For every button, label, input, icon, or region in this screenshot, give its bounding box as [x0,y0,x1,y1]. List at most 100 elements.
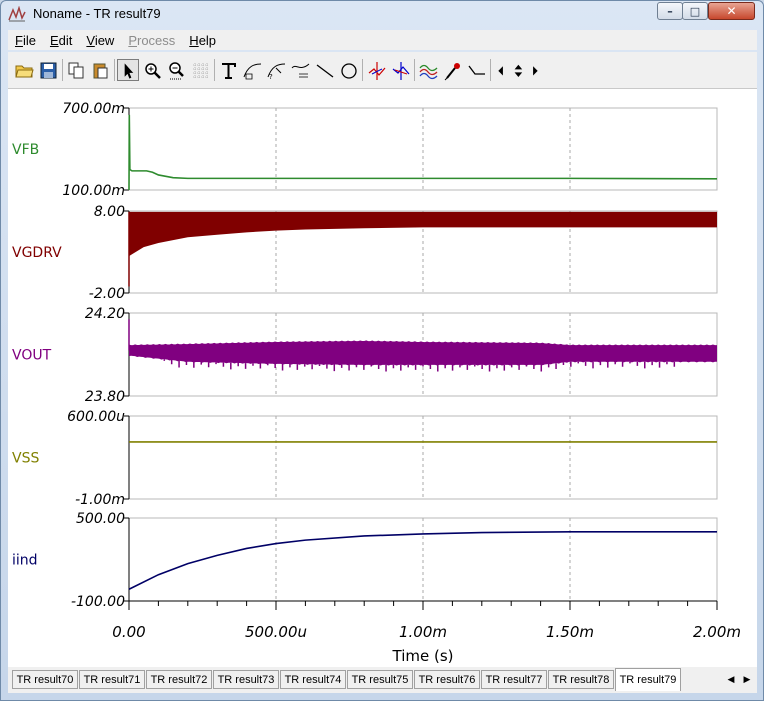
menu-edit[interactable]: Edit [43,33,79,48]
save-icon [40,62,56,78]
y-min-label-vfb: 100.00m [62,183,125,199]
series-name-vfb: VFB [12,142,39,158]
line-tool-icon [316,63,333,78]
probe-icon [444,62,460,80]
zoom-100-icon [168,61,184,79]
close-icon: ✕ [726,4,737,18]
text-tool-icon [221,62,236,79]
tab-scroll-left-button[interactable]: ◀ [724,673,738,687]
arrow-right-icon [533,65,538,75]
cursor-a-icon [368,61,385,80]
arrow-right-button[interactable] [527,59,543,81]
y-max-label-vout: 24.20 [85,306,125,322]
curve-label-3-icon [291,63,309,77]
svg-text:?: ? [269,73,273,81]
tab-tr-result79[interactable]: TR result79 [615,668,681,691]
title-bar[interactable]: Noname - TR result79 – □ ✕ [1,1,763,29]
paste-button[interactable] [89,59,111,81]
copy-button[interactable] [65,59,87,81]
paste-icon [93,63,107,78]
tab-tr-result74[interactable]: TR result74 [280,670,346,689]
close-button[interactable]: ✕ [708,2,755,20]
toolbar: ? [8,52,757,89]
circle-tool-button[interactable] [337,59,359,81]
grid-icon [192,62,208,79]
toolbar-separator [414,59,415,81]
y-max-label-vgdrv: 8.00 [94,204,125,220]
waveform-icon [418,64,437,79]
menu-file[interactable]: File [8,33,43,48]
waveform-chart[interactable]: 700.00m 100.00m VFB 8.00 -2.00 VGDRV 24.20 23.8… [8,89,757,667]
line-tool-button[interactable] [313,59,335,81]
menu-help[interactable]: Help [182,33,223,48]
toolbar-separator [214,59,215,81]
step-button[interactable] [465,59,487,81]
y-max-label-vfb: 700.00m [62,101,125,117]
waveform-button[interactable] [417,59,439,81]
x-tick-label: 500.00u [245,623,307,641]
menu-process[interactable]: Process [121,33,182,48]
curve-label-3-button[interactable] [289,59,311,81]
tab-tr-result71[interactable]: TR result71 [79,670,145,689]
cursor-b-button[interactable] [389,59,411,81]
series-name-vss: VSS [12,451,39,467]
toolbar-separator [114,59,115,81]
circle-tool-icon [340,62,357,79]
tab-tr-result77[interactable]: TR result77 [481,670,547,689]
series-name-vout: VOUT [12,348,52,364]
plot-area: 700.00m 100.00m VFB 8.00 -2.00 VGDRV 24.20 23.8… [8,89,757,667]
menu-view[interactable]: View [79,33,121,48]
arrow-updown-button[interactable] [510,59,526,81]
step-icon [467,65,485,75]
text-tool-button[interactable] [217,59,239,81]
cursor-a-button[interactable] [365,59,387,81]
app-icon [8,6,26,22]
copy-icon [68,62,83,78]
y-min-label-vss: -1.00m [75,492,125,508]
pointer-button[interactable] [117,59,139,81]
y-max-label-iind: 500.00 [76,511,125,527]
tab-scroll-right-button[interactable]: ▶ [740,673,754,687]
tab-tr-result78[interactable]: TR result78 [548,670,614,689]
cursor-b-icon [392,61,409,80]
menu-bar: File Edit View Process Help [8,30,757,50]
tab-scroll-right-icon: ▶ [743,675,751,685]
x-axis-label: Time (s) [392,647,454,665]
arrow-left-button[interactable] [493,59,509,81]
tab-tr-result72[interactable]: TR result72 [146,670,212,689]
save-button[interactable] [37,59,59,81]
series-name-iind: iind [12,553,38,569]
toolbar-separator [62,59,63,81]
tab-tr-result76[interactable]: TR result76 [414,670,480,689]
tab-tr-result75[interactable]: TR result75 [347,670,413,689]
arrow-updown-icon [514,64,523,77]
x-tick-label: 0.00 [112,623,145,641]
probe-button[interactable] [441,59,463,81]
maximize-button[interactable]: □ [682,2,708,20]
arrow-left-icon [498,65,503,75]
tab-tr-result70[interactable]: TR result70 [12,670,78,689]
zoom-100-button[interactable] [165,59,187,81]
minimize-button[interactable]: – [657,2,683,20]
open-folder-icon [14,65,34,77]
series-name-vgdrv: VGDRV [12,245,62,261]
curve-label-1-icon [243,63,261,79]
pointer-icon [124,62,134,79]
y-min-label-vgdrv: -2.00 [89,286,125,302]
toolbar-separator [362,59,363,81]
grid-button[interactable] [189,59,211,81]
toolbar-separator [490,59,491,81]
y-min-label-vout: 23.80 [85,389,125,405]
zoom-in-button[interactable] [141,59,163,81]
tab-scroll-left-icon: ◀ [727,675,735,685]
curve-label-1-button[interactable] [241,59,263,81]
curve-label-2-button[interactable]: ? [265,59,287,81]
x-tick-label: 2.00m [693,623,741,641]
tab-tr-result73[interactable]: TR result73 [213,670,279,689]
open-folder-button[interactable] [13,59,35,81]
window-title: Noname - TR result79 [33,6,161,21]
result-tabs: TR result70 TR result71 TR result72 TR resu… [8,667,757,693]
minimize-icon: – [667,4,673,18]
app-window: Noname - TR result79 – □ ✕ File Edit View P… [0,0,764,701]
x-tick-label: 1.00m [399,623,447,641]
